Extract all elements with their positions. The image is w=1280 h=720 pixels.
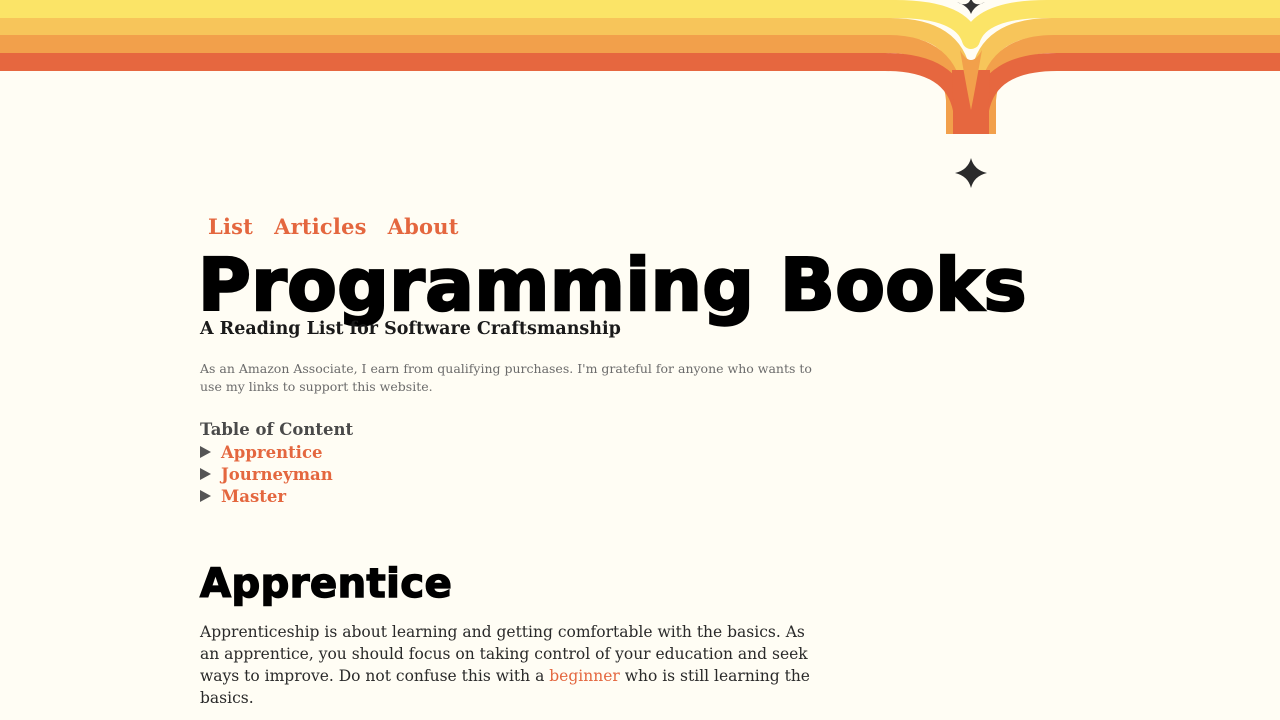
nav-link-about[interactable]: About [388,214,459,239]
toc-item-master[interactable]: Master [200,485,353,507]
toc-link-apprentice[interactable]: Apprentice [221,443,323,462]
toc-item-apprentice[interactable]: Apprentice [200,441,353,463]
disclosure-triangle-icon[interactable] [200,490,211,502]
header-stripes-decoration [0,0,1280,188]
toc-item-journeyman[interactable]: Journeyman [200,463,353,485]
affiliate-disclaimer: As an Amazon Associate, I earn from qual… [200,361,812,394]
toc-link-master[interactable]: Master [221,487,286,506]
nav-link-articles[interactable]: Articles [274,214,367,239]
section-body-apprentice: Apprenticeship is about learning and get… [200,621,825,709]
page-title: Programming Books [197,242,1028,329]
page-subtitle: A Reading List for Software Craftsmanshi… [200,319,621,339]
disclosure-triangle-icon[interactable] [200,468,211,480]
sparkle-icon [957,0,985,14]
disclosure-triangle-icon[interactable] [200,446,211,458]
toc-title: Table of Content [200,420,354,439]
section-title-apprentice: Apprentice [199,560,453,608]
beginner-link[interactable]: beginner [549,667,620,685]
table-of-contents: Table of Content Apprentice Journeyman M… [200,419,353,507]
nav-link-list[interactable]: List [208,214,253,239]
main-nav: List Articles About [208,214,459,239]
sparkle-icon [955,158,987,188]
toc-link-journeyman[interactable]: Journeyman [221,465,333,484]
